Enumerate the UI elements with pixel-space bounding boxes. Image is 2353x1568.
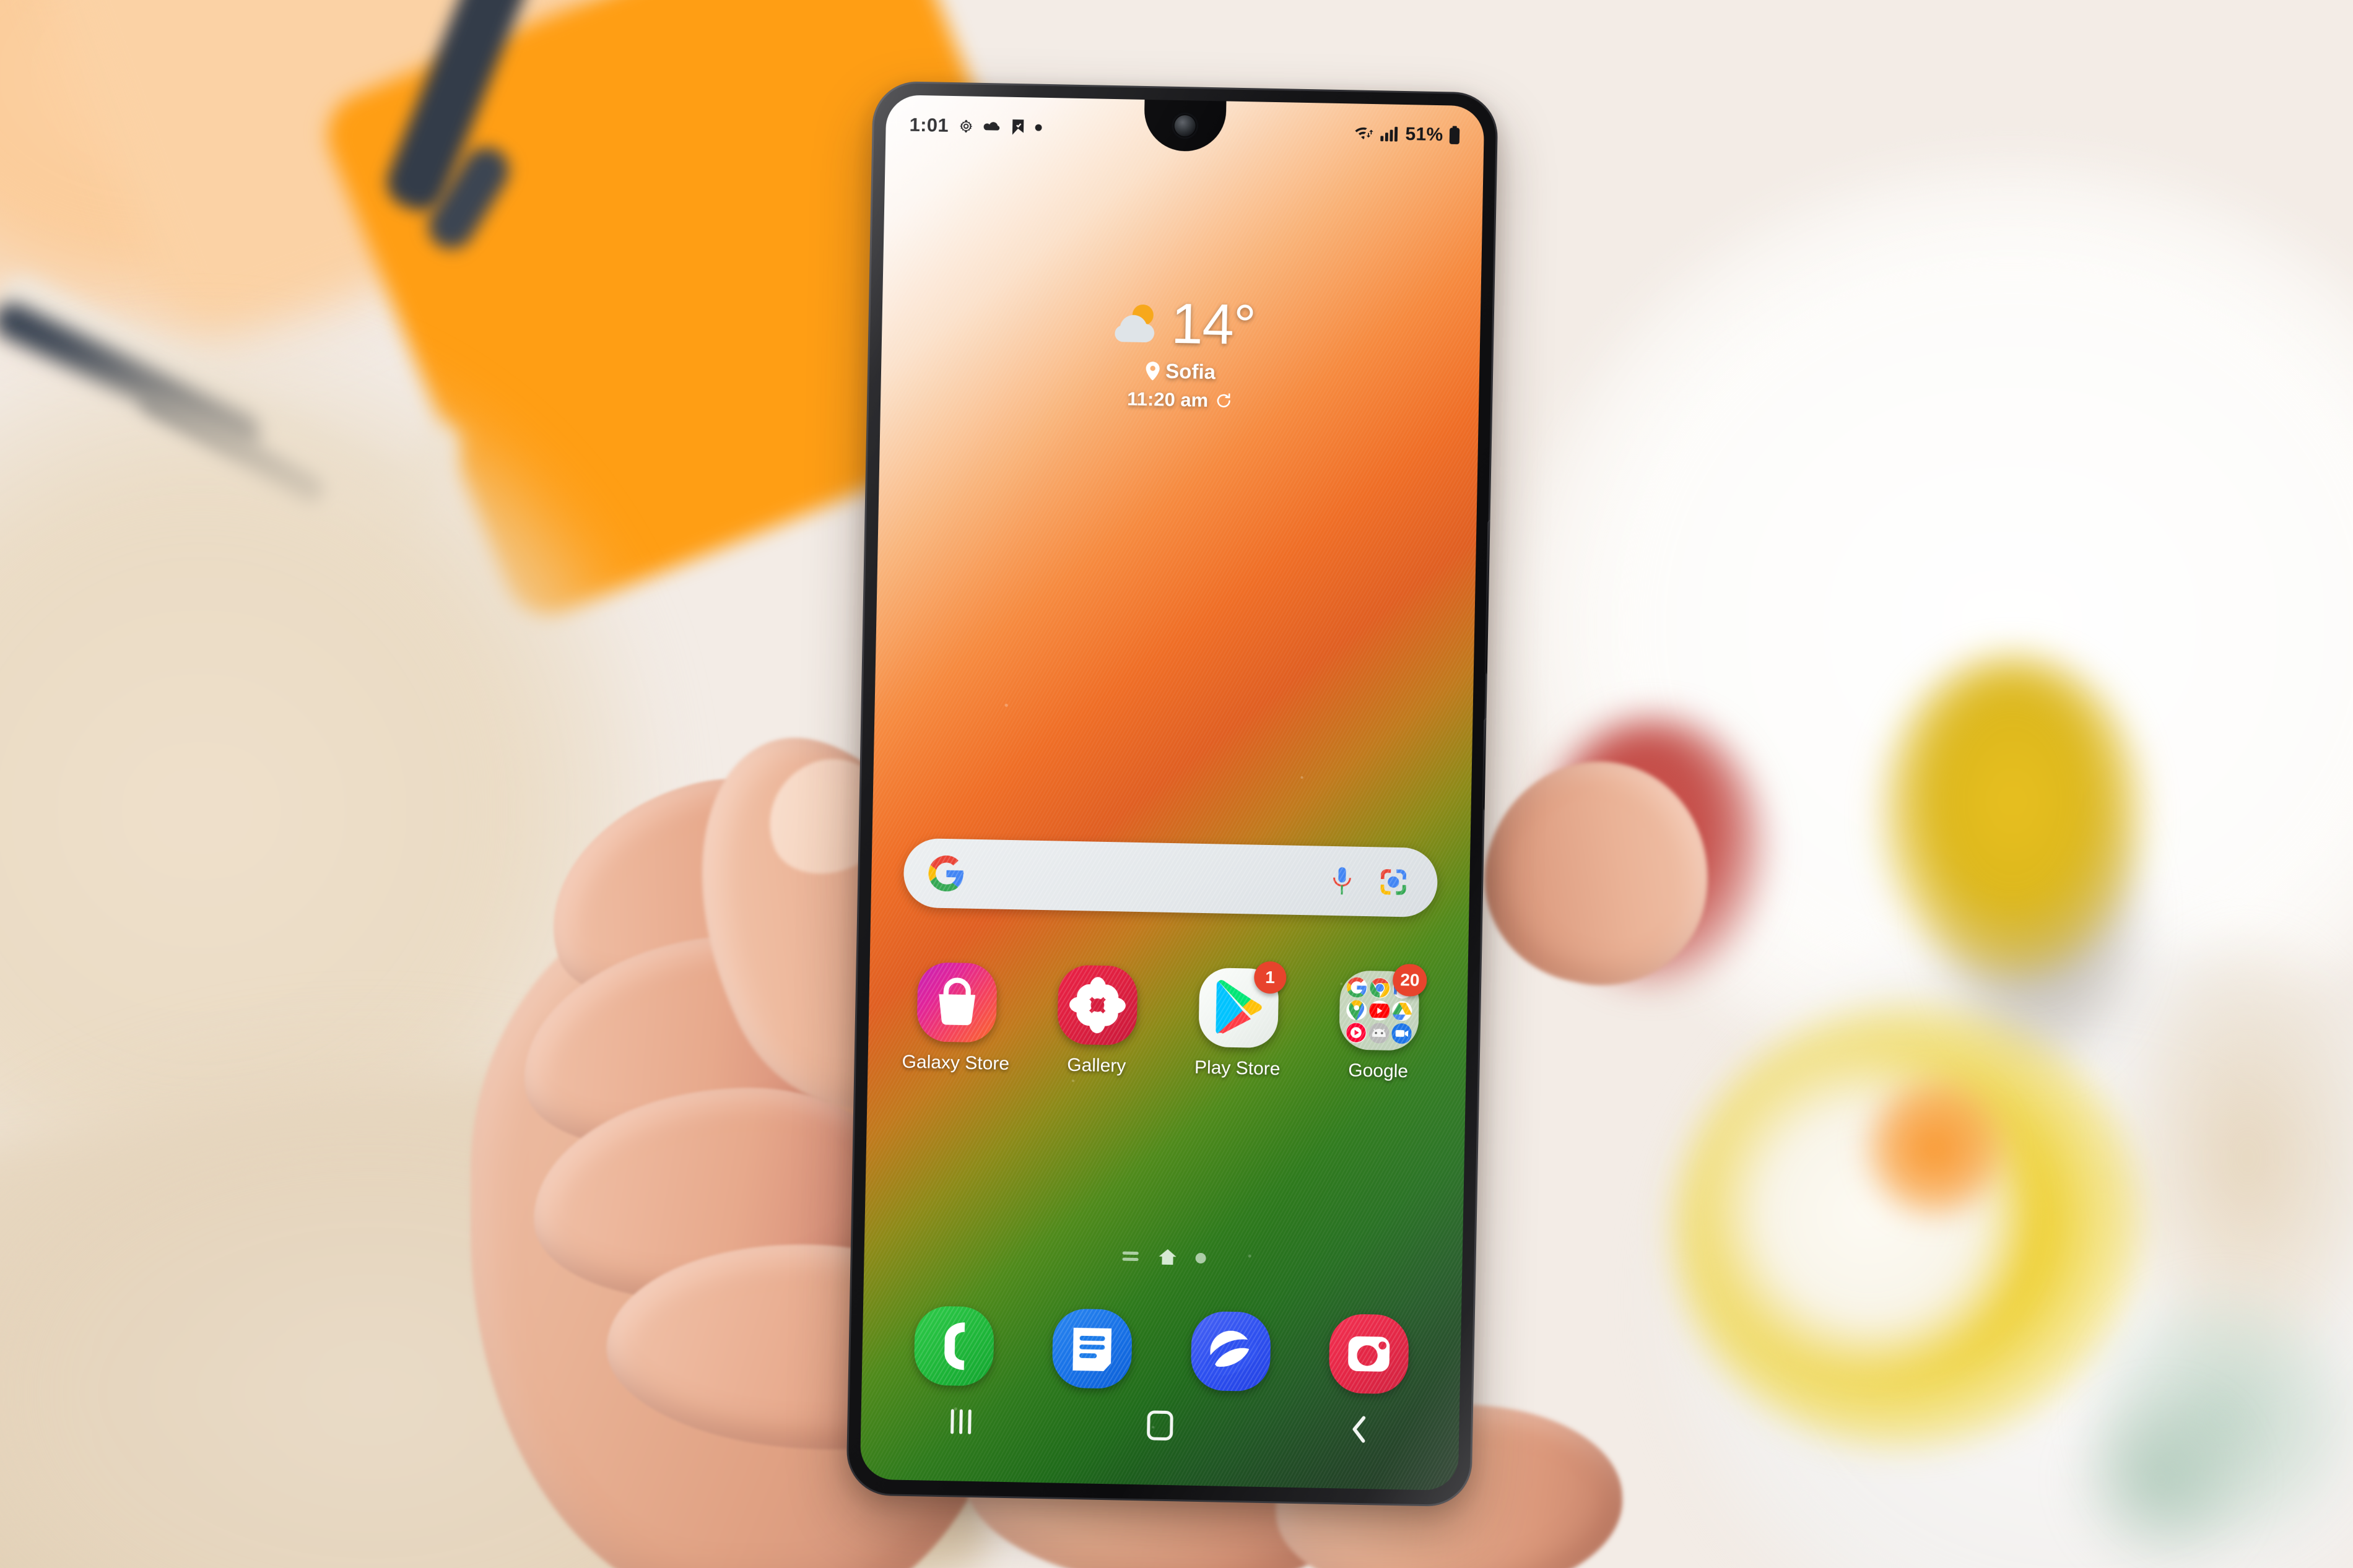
settings-gear-icon [958,118,975,135]
weather-widget[interactable]: 14° Sofia 11:20 am [881,292,1481,417]
app-google-folder[interactable]: 20 Google [1308,963,1451,1083]
app-label: Google [1348,1060,1409,1082]
background-orange-accent [1864,1077,2006,1219]
dock-messages-icon[interactable] [1051,1308,1133,1389]
phone-screen[interactable]: 1:01 51% 14° Sofia 11:20 am Galaxy Store… [859,94,1485,1491]
battery-percent: 51% [1405,124,1443,145]
dock-phone-icon[interactable] [913,1306,994,1387]
page-dot[interactable] [1194,1252,1206,1263]
home-page-icon[interactable] [1158,1249,1177,1267]
weather-location-name: Sofia [1165,360,1216,384]
back-icon[interactable] [1325,1407,1394,1452]
mini-icon-android-assistant [1368,1023,1390,1044]
weather-location-row: Sofia [1145,359,1216,384]
google-g-icon [928,855,965,892]
recents-icon[interactable] [926,1400,995,1444]
mini-icon-youtube [1368,1000,1390,1021]
cellular-signal-icon [1380,126,1398,142]
mini-icon-youtube-music [1346,1022,1367,1044]
mini-icon-google-search [1346,977,1368,998]
background-yellow-figurine [1882,656,2142,978]
microphone-icon[interactable] [1329,865,1355,897]
google-folder-badge: 20 [1392,963,1428,997]
partly-cloudy-icon [1107,301,1164,347]
search-input[interactable] [964,874,1329,881]
page-indicator[interactable] [864,1243,1462,1272]
wifi-icon [1354,124,1375,142]
app-galaxy-store[interactable]: Galaxy Store [885,961,1028,1075]
app-label: Play Store [1194,1057,1281,1080]
mini-icon-maps [1346,1000,1367,1021]
battery-icon [1448,126,1461,145]
galaxy-store-icon [916,962,998,1043]
status-bar-right: 51% [1354,123,1461,145]
refresh-icon[interactable] [1215,392,1233,410]
app-play-store[interactable]: 1 Play Store [1167,961,1310,1080]
status-bar: 1:01 51% [885,108,1484,152]
cloud-icon [983,119,1002,133]
dock [884,1305,1439,1395]
background-green-object [2068,1387,2254,1568]
play-store-badge: 1 [1253,961,1287,994]
weather-updated-time: 11:20 am [1126,388,1209,412]
mini-icon-meet [1391,1023,1412,1044]
dock-internet-icon[interactable] [1190,1310,1271,1392]
status-bar-left: 1:01 [909,114,1043,139]
home-icon[interactable] [1126,1403,1194,1448]
smartphone: 1:01 51% 14° Sofia 11:20 am Galaxy Store… [846,80,1498,1507]
mini-icon-chrome [1369,977,1390,998]
google-search-bar[interactable] [903,838,1438,918]
status-bar-clock: 1:01 [909,113,949,136]
feed-page-icon[interactable] [1121,1250,1139,1264]
app-grid: Galaxy Store Gallery 1 Play Store 20 Goo… [885,961,1450,1083]
dot-icon [1035,123,1043,131]
location-pin-icon [1145,362,1161,381]
play-store-icon: 1 [1198,961,1287,1049]
weather-temperature: 14° [1170,292,1256,357]
weather-main-row: 14° [1107,292,1256,357]
google-lens-icon[interactable] [1378,866,1409,898]
search-bar-actions [1329,865,1409,898]
mini-icon-drive [1391,1000,1412,1021]
app-gallery[interactable]: Gallery [1026,964,1169,1078]
gallery-icon [1057,964,1138,1046]
dock-camera-icon[interactable] [1328,1314,1410,1395]
checkmark-flag-icon [1011,118,1026,135]
app-label: Galaxy Store [902,1051,1010,1075]
photo-scene: 1:01 51% 14° Sofia 11:20 am Galaxy Store… [0,0,2353,1568]
navigation-bar [861,1395,1459,1457]
google-folder-icon: 20 [1339,963,1428,1051]
weather-updated-row: 11:20 am [1127,388,1233,412]
app-label: Gallery [1066,1054,1126,1076]
